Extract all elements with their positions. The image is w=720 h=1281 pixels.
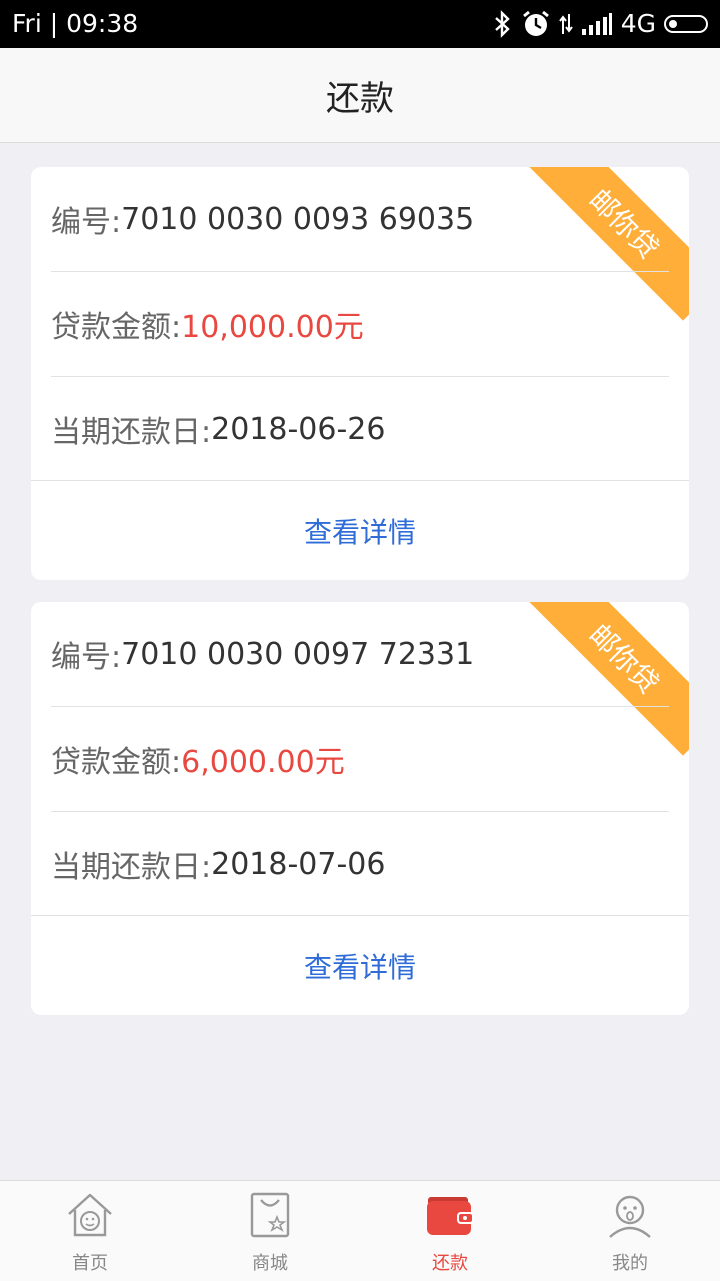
alarm-icon	[522, 10, 549, 36]
view-details-button[interactable]: 查看详情	[31, 915, 689, 1015]
tab-mall[interactable]: 商城	[180, 1181, 360, 1281]
due-date-value: 2018-07-06	[211, 846, 386, 882]
due-date-row: 当期还款日: 2018-06-26	[51, 377, 669, 481]
due-date-label: 当期还款日:	[51, 850, 212, 885]
loan-id-value: 7010 0030 0097 72331	[121, 636, 475, 672]
wallet-icon	[427, 1197, 474, 1235]
battery-icon	[664, 15, 708, 33]
home-icon	[68, 1193, 112, 1237]
loan-amount-value: 10,000.00元	[181, 310, 364, 345]
status-icons: 4G	[485, 8, 708, 40]
tab-label: 商城	[252, 1253, 288, 1274]
network-type: 4G	[620, 9, 656, 38]
tab-label: 我的	[612, 1253, 648, 1274]
tab-mine[interactable]: 我的	[540, 1181, 720, 1281]
loan-id-label: 编号:	[51, 640, 122, 675]
status-bar: Fri | 09:38 4G	[0, 0, 720, 48]
tab-label: 还款	[432, 1253, 468, 1274]
due-date-row: 当期还款日: 2018-07-06	[51, 812, 669, 916]
loan-id-row: 编号: 7010 0030 0093 69035	[51, 167, 669, 272]
tab-home[interactable]: 首页	[0, 1181, 180, 1281]
bottom-tab-bar: 首页 商城 还款 我的	[0, 1180, 720, 1281]
loan-amount-row: 贷款金额: 10,000.00元	[51, 272, 669, 377]
loan-card: 邮你贷 编号: 7010 0030 0093 69035 贷款金额: 10,00…	[31, 167, 689, 580]
profile-icon	[609, 1195, 651, 1238]
status-time: Fri | 09:38	[12, 9, 139, 38]
signal-icon	[581, 13, 612, 35]
loan-amount-label: 贷款金额:	[51, 745, 182, 780]
due-date-value: 2018-06-26	[211, 411, 386, 447]
page-title: 还款	[326, 78, 394, 119]
loan-card: 邮你贷 编号: 7010 0030 0097 72331 贷款金额: 6,000…	[31, 602, 689, 1015]
loan-amount-row: 贷款金额: 6,000.00元	[51, 707, 669, 812]
tab-repayment[interactable]: 还款	[360, 1181, 540, 1281]
tab-label: 首页	[72, 1253, 108, 1274]
view-details-button[interactable]: 查看详情	[31, 480, 689, 580]
loan-id-row: 编号: 7010 0030 0097 72331	[51, 602, 669, 707]
nav-header: 还款	[0, 48, 720, 143]
due-date-label: 当期还款日:	[51, 415, 212, 450]
bluetooth-icon	[494, 10, 510, 38]
loan-amount-label: 贷款金额:	[51, 310, 182, 345]
data-transfer-icon	[558, 14, 573, 34]
loan-amount-value: 6,000.00元	[181, 745, 345, 780]
loan-id-value: 7010 0030 0093 69035	[121, 201, 475, 237]
shopping-bag-icon	[250, 1192, 290, 1238]
loan-id-label: 编号:	[51, 205, 122, 240]
